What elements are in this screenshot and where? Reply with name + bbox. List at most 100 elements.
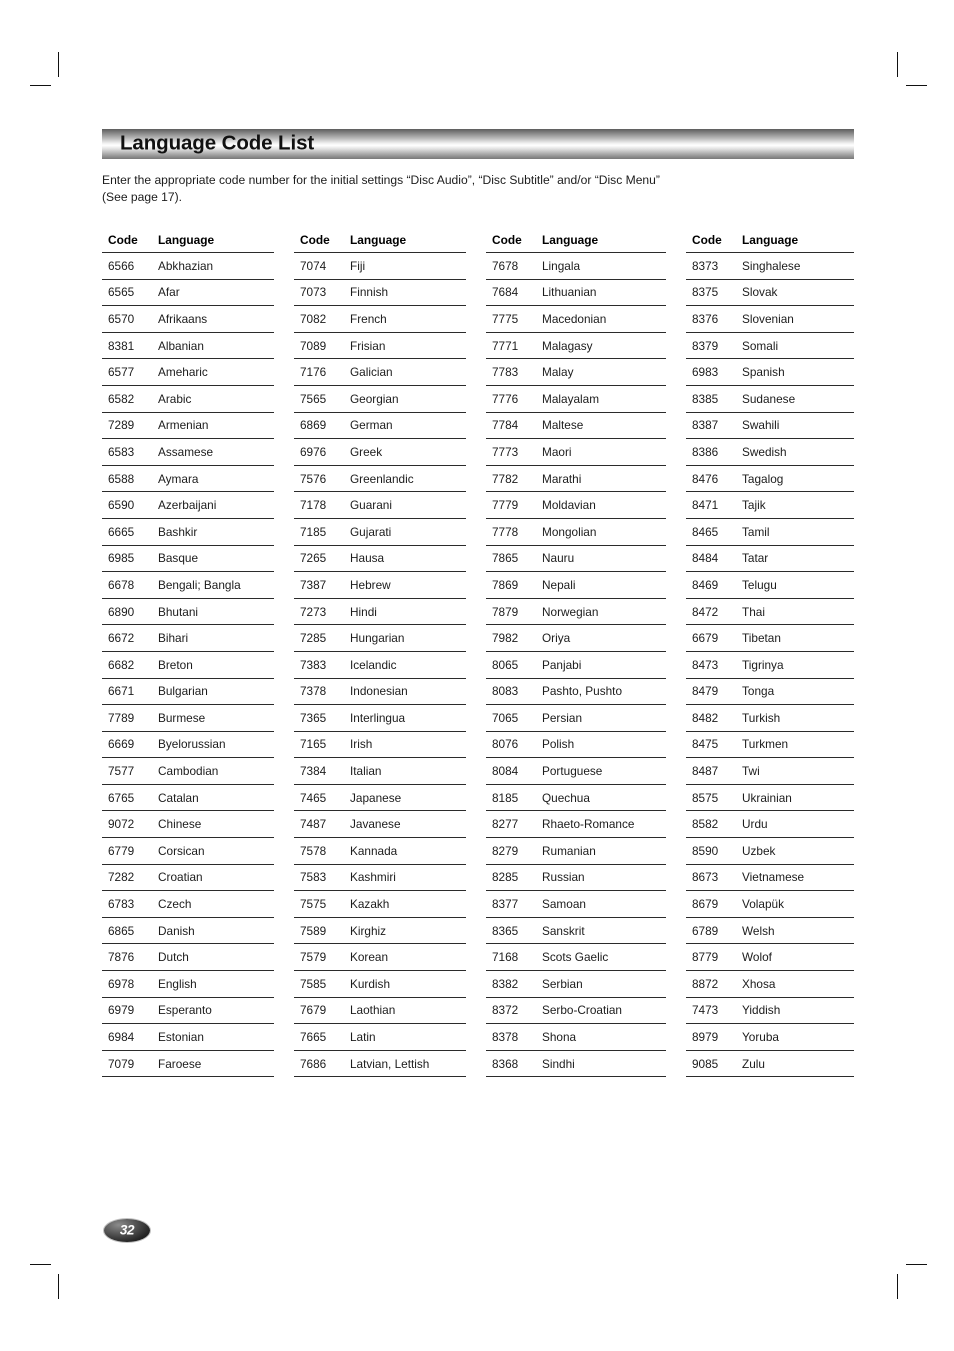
language-code: 7684 [492, 285, 519, 300]
language-code: 8779 [692, 950, 719, 965]
table-row: 7982 Oriya [486, 625, 666, 652]
language-code: 8083 [492, 684, 519, 699]
language-code: 7585 [300, 976, 327, 991]
language-code: 7165 [300, 737, 327, 752]
table-row: 7879 Norwegian [486, 599, 666, 626]
table-row: 8475 Turkmen [686, 732, 854, 759]
table-row: 7776 Malayalam [486, 386, 666, 413]
language-name: Twi [742, 764, 760, 779]
table-row: 8285 Russian [486, 865, 666, 892]
language-code: 7178 [300, 498, 327, 513]
language-code: 8185 [492, 790, 519, 805]
language-name: Nauru [542, 551, 575, 566]
language-code: 7783 [492, 365, 519, 380]
table-row: 8376 Slovenian [686, 306, 854, 333]
language-name: Italian [350, 764, 382, 779]
language-name: Arabic [158, 391, 192, 406]
language-name: Rhaeto-Romance [542, 817, 635, 832]
table-row: 7686 Latvian, Lettish [294, 1051, 466, 1078]
language-name: Hebrew [350, 577, 391, 592]
language-code: 8377 [492, 897, 519, 912]
language-name: Moldavian [542, 498, 596, 513]
language-code: 8076 [492, 737, 519, 752]
table-row: 6566 Abkhazian [102, 253, 274, 280]
table-row: 7168 Scots Gaelic [486, 944, 666, 972]
language-name: Maltese [542, 418, 584, 433]
language-name: Serbian [542, 976, 583, 991]
language-code: 6869 [300, 418, 327, 433]
language-name: Gujarati [350, 524, 392, 539]
language-code: 8365 [492, 923, 519, 938]
table-row: 7378 Indonesian [294, 679, 466, 706]
language-name: Javanese [350, 817, 401, 832]
table-row: 6570 Afrikaans [102, 306, 274, 333]
language-code: 8382 [492, 976, 519, 991]
language-code: 7778 [492, 524, 519, 539]
table-row: 9085 Zulu [686, 1051, 854, 1078]
table-row: 8673 Vietnamese [686, 865, 854, 892]
language-name: Panjabi [542, 657, 582, 672]
language-code: 6577 [108, 365, 135, 380]
table-row: 7585 Kurdish [294, 971, 466, 998]
language-name: Finnish [350, 285, 389, 300]
page-number-label: 32 [119, 1222, 135, 1238]
language-code: 7576 [300, 471, 327, 486]
language-name: Hindi [350, 604, 377, 619]
language-code: 6985 [108, 551, 135, 566]
column-header-code: Code [108, 233, 138, 247]
table-row: 7579 Korean [294, 944, 466, 972]
language-code: 6665 [108, 524, 135, 539]
language-code: 7082 [300, 311, 327, 326]
language-code: 7583 [300, 870, 327, 885]
language-code: 6783 [108, 897, 135, 912]
language-name: Frisian [350, 338, 386, 353]
language-name: Shona [542, 1030, 577, 1045]
language-code: 6976 [300, 444, 327, 459]
language-code: 7665 [300, 1030, 327, 1045]
language-code: 7465 [300, 790, 327, 805]
language-name: Japanese [350, 790, 402, 805]
crop-mark-top-right-vertical [897, 52, 898, 77]
language-code: 7473 [692, 1003, 719, 1018]
table-row: 6565 Afar [102, 280, 274, 307]
table-row: 6976 Greek [294, 439, 466, 466]
page-title: Language Code List [120, 131, 315, 155]
language-name: Azerbaijani [158, 498, 217, 513]
language-name: Afar [158, 285, 180, 300]
table-header-row: Code Language [294, 228, 466, 253]
language-code: 7273 [300, 604, 327, 619]
language-code: 6588 [108, 471, 135, 486]
table-row: 6672 Bihari [102, 625, 274, 652]
table-row: 8185 Quechua [486, 785, 666, 812]
language-name: Nepali [542, 577, 576, 592]
table-row: 7783 Malay [486, 359, 666, 386]
language-name: Vietnamese [742, 870, 805, 885]
language-code: 7577 [108, 764, 135, 779]
language-name: Pashto, Pushto [542, 684, 623, 699]
language-code: 9085 [692, 1056, 719, 1071]
language-name: Slovenian [742, 311, 794, 326]
language-name: Hungarian [350, 631, 405, 646]
language-code: 7678 [492, 258, 519, 273]
language-name: Singhalese [742, 258, 801, 273]
language-name: Bashkir [158, 524, 198, 539]
table-row: 8476 Tagalog [686, 466, 854, 493]
language-name: Telugu [742, 577, 777, 592]
language-name: Danish [158, 923, 195, 938]
table-column: Code Language 8373 Singhalese 8375 Slovak 8376… [686, 228, 854, 1078]
table-row: 6669 Byelorussian [102, 732, 274, 759]
table-header-row: Code Language [686, 228, 854, 253]
table-row: 8386 Swedish [686, 439, 854, 466]
table-row: 8065 Panjabi [486, 652, 666, 679]
language-code: 7289 [108, 418, 135, 433]
language-code: 7065 [492, 710, 519, 725]
language-name: Russian [542, 870, 585, 885]
language-code: 7771 [492, 338, 519, 353]
table-row: 7178 Guarani [294, 492, 466, 519]
table-row: 8779 Wolof [686, 944, 854, 972]
table-row: 8372 Serbo-Croatian [486, 998, 666, 1025]
table-row: 6682 Breton [102, 652, 274, 679]
table-row: 8575 Ukrainian [686, 785, 854, 812]
table-row: 7589 Kirghiz [294, 918, 466, 945]
crop-mark-bottom-left-vertical [58, 1274, 59, 1299]
